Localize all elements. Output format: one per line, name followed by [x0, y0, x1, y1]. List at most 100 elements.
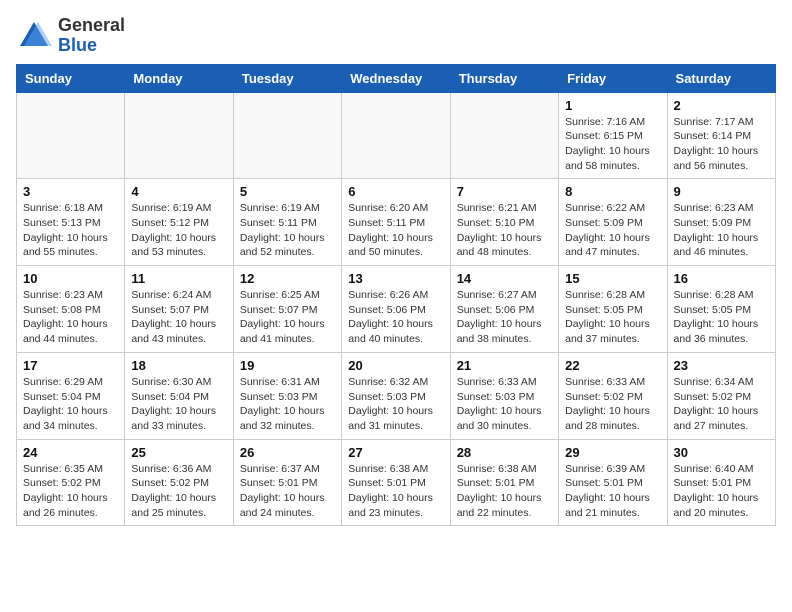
- day-info: Sunrise: 6:21 AM Sunset: 5:10 PM Dayligh…: [457, 201, 552, 260]
- day-number: 2: [674, 98, 769, 113]
- day-number: 13: [348, 271, 443, 286]
- calendar-table: SundayMondayTuesdayWednesdayThursdayFrid…: [16, 64, 776, 527]
- calendar-cell-w0-d1: [125, 92, 233, 179]
- calendar-cell-w4-d1: 25Sunrise: 6:36 AM Sunset: 5:02 PM Dayli…: [125, 439, 233, 526]
- day-info: Sunrise: 6:38 AM Sunset: 5:01 PM Dayligh…: [457, 462, 552, 521]
- day-info: Sunrise: 6:39 AM Sunset: 5:01 PM Dayligh…: [565, 462, 660, 521]
- day-number: 14: [457, 271, 552, 286]
- calendar-cell-w1-d0: 3 Sunrise: 6:18 AM Sunset: 5:13 PM Daylig…: [17, 179, 125, 266]
- calendar-cell-w4-d6: 30 Sunrise: 6:40 AM Sunset: 5:01 PM Dayli…: [667, 439, 775, 526]
- day-info: Sunrise: 6:38 AM Sunset: 5:01 PM Dayligh…: [348, 462, 443, 521]
- page-header: General Blue: [16, 16, 776, 56]
- calendar-cell-w0-d0: [17, 92, 125, 179]
- calendar-cell-w0-d3: [342, 92, 450, 179]
- calendar-cell-w1-d5: 8 Sunrise: 6:22 AM Sunset: 5:09 PM Daylig…: [559, 179, 667, 266]
- day-info: Sunrise: 6:29 AM Sunset: 5:04 PM Dayligh…: [23, 375, 118, 434]
- day-number: 15: [565, 271, 660, 286]
- day-number: 1: [565, 98, 660, 113]
- calendar-cell-w4-d0: 24 Sunrise: 6:35 AM Sunset: 5:02 PM Dayli…: [17, 439, 125, 526]
- day-number: 27: [348, 445, 443, 460]
- weekday-header-thursday: Thursday: [450, 64, 558, 92]
- calendar-cell-w4-d4: 28 Sunrise: 6:38 AM Sunset: 5:01 PM Dayli…: [450, 439, 558, 526]
- calendar-cell-w0-d4: [450, 92, 558, 179]
- day-number: 28: [457, 445, 552, 460]
- day-info: Sunrise: 6:23 AM Sunset: 5:09 PM Dayligh…: [674, 201, 769, 260]
- day-info: Sunrise: 6:26 AM Sunset: 5:06 PM Dayligh…: [348, 288, 443, 347]
- day-info: Sunrise: 6:18 AM Sunset: 5:13 PM Dayligh…: [23, 201, 118, 260]
- weekday-header-monday: Monday: [125, 64, 233, 92]
- calendar-cell-w2-d0: 10 Sunrise: 6:23 AM Sunset: 5:08 PM Dayli…: [17, 266, 125, 353]
- logo-general: General: [58, 16, 125, 36]
- day-number: 30: [674, 445, 769, 460]
- day-info: Sunrise: 6:33 AM Sunset: 5:03 PM Dayligh…: [457, 375, 552, 434]
- day-info: Sunrise: 6:22 AM Sunset: 5:09 PM Dayligh…: [565, 201, 660, 260]
- day-number: 17: [23, 358, 118, 373]
- day-info: Sunrise: 6:34 AM Sunset: 5:02 PM Dayligh…: [674, 375, 769, 434]
- logo: General Blue: [16, 16, 125, 56]
- calendar-cell-w2-d4: 14 Sunrise: 6:27 AM Sunset: 5:06 PM Dayli…: [450, 266, 558, 353]
- day-number: 26: [240, 445, 335, 460]
- day-info: Sunrise: 6:27 AM Sunset: 5:06 PM Dayligh…: [457, 288, 552, 347]
- day-info: Sunrise: 6:30 AM Sunset: 5:04 PM Dayligh…: [131, 375, 226, 434]
- day-info: Sunrise: 6:19 AM Sunset: 5:11 PM Dayligh…: [240, 201, 335, 260]
- day-info: Sunrise: 6:28 AM Sunset: 5:05 PM Dayligh…: [674, 288, 769, 347]
- calendar-cell-w2-d2: 12Sunrise: 6:25 AM Sunset: 5:07 PM Dayli…: [233, 266, 341, 353]
- day-number: 18: [131, 358, 226, 373]
- calendar-cell-w3-d2: 19Sunrise: 6:31 AM Sunset: 5:03 PM Dayli…: [233, 352, 341, 439]
- day-info: Sunrise: 6:25 AM Sunset: 5:07 PM Dayligh…: [240, 288, 335, 347]
- calendar-cell-w0-d5: 1 Sunrise: 7:16 AM Sunset: 6:15 PM Daylig…: [559, 92, 667, 179]
- calendar-cell-w1-d4: 7 Sunrise: 6:21 AM Sunset: 5:10 PM Daylig…: [450, 179, 558, 266]
- day-info: Sunrise: 6:33 AM Sunset: 5:02 PM Dayligh…: [565, 375, 660, 434]
- day-number: 23: [674, 358, 769, 373]
- day-info: Sunrise: 7:17 AM Sunset: 6:14 PM Dayligh…: [674, 115, 769, 174]
- weekday-header-wednesday: Wednesday: [342, 64, 450, 92]
- day-number: 5: [240, 184, 335, 199]
- calendar-cell-w1-d3: 6Sunrise: 6:20 AM Sunset: 5:11 PM Daylig…: [342, 179, 450, 266]
- calendar-cell-w1-d6: 9 Sunrise: 6:23 AM Sunset: 5:09 PM Daylig…: [667, 179, 775, 266]
- calendar-cell-w0-d2: [233, 92, 341, 179]
- calendar-cell-w2-d6: 16Sunrise: 6:28 AM Sunset: 5:05 PM Dayli…: [667, 266, 775, 353]
- day-number: 4: [131, 184, 226, 199]
- day-number: 25: [131, 445, 226, 460]
- calendar-cell-w3-d0: 17 Sunrise: 6:29 AM Sunset: 5:04 PM Dayli…: [17, 352, 125, 439]
- day-info: Sunrise: 6:40 AM Sunset: 5:01 PM Dayligh…: [674, 462, 769, 521]
- day-number: 11: [131, 271, 226, 286]
- calendar-cell-w3-d6: 23 Sunrise: 6:34 AM Sunset: 5:02 PM Dayli…: [667, 352, 775, 439]
- weekday-header-sunday: Sunday: [17, 64, 125, 92]
- calendar-week-row-2: 10 Sunrise: 6:23 AM Sunset: 5:08 PM Dayli…: [17, 266, 776, 353]
- calendar-cell-w3-d1: 18 Sunrise: 6:30 AM Sunset: 5:04 PM Dayli…: [125, 352, 233, 439]
- calendar-week-row-4: 24 Sunrise: 6:35 AM Sunset: 5:02 PM Dayli…: [17, 439, 776, 526]
- day-number: 29: [565, 445, 660, 460]
- calendar-cell-w2-d3: 13 Sunrise: 6:26 AM Sunset: 5:06 PM Dayli…: [342, 266, 450, 353]
- day-info: Sunrise: 6:23 AM Sunset: 5:08 PM Dayligh…: [23, 288, 118, 347]
- calendar-cell-w0-d6: 2 Sunrise: 7:17 AM Sunset: 6:14 PM Daylig…: [667, 92, 775, 179]
- day-info: Sunrise: 7:16 AM Sunset: 6:15 PM Dayligh…: [565, 115, 660, 174]
- day-info: Sunrise: 6:32 AM Sunset: 5:03 PM Dayligh…: [348, 375, 443, 434]
- calendar-cell-w2-d5: 15 Sunrise: 6:28 AM Sunset: 5:05 PM Dayli…: [559, 266, 667, 353]
- calendar-cell-w2-d1: 11 Sunrise: 6:24 AM Sunset: 5:07 PM Dayli…: [125, 266, 233, 353]
- logo-icon: [16, 18, 52, 54]
- day-number: 7: [457, 184, 552, 199]
- calendar-week-row-1: 3 Sunrise: 6:18 AM Sunset: 5:13 PM Daylig…: [17, 179, 776, 266]
- day-number: 8: [565, 184, 660, 199]
- day-info: Sunrise: 6:28 AM Sunset: 5:05 PM Dayligh…: [565, 288, 660, 347]
- calendar-week-row-3: 17 Sunrise: 6:29 AM Sunset: 5:04 PM Dayli…: [17, 352, 776, 439]
- day-number: 10: [23, 271, 118, 286]
- calendar-cell-w3-d4: 21Sunrise: 6:33 AM Sunset: 5:03 PM Dayli…: [450, 352, 558, 439]
- weekday-header-row: SundayMondayTuesdayWednesdayThursdayFrid…: [17, 64, 776, 92]
- calendar-cell-w4-d2: 26Sunrise: 6:37 AM Sunset: 5:01 PM Dayli…: [233, 439, 341, 526]
- logo-blue: Blue: [58, 36, 125, 56]
- day-number: 20: [348, 358, 443, 373]
- calendar-cell-w1-d1: 4 Sunrise: 6:19 AM Sunset: 5:12 PM Daylig…: [125, 179, 233, 266]
- day-info: Sunrise: 6:24 AM Sunset: 5:07 PM Dayligh…: [131, 288, 226, 347]
- calendar-cell-w3-d3: 20 Sunrise: 6:32 AM Sunset: 5:03 PM Dayli…: [342, 352, 450, 439]
- day-info: Sunrise: 6:35 AM Sunset: 5:02 PM Dayligh…: [23, 462, 118, 521]
- day-number: 3: [23, 184, 118, 199]
- calendar-cell-w1-d2: 5 Sunrise: 6:19 AM Sunset: 5:11 PM Daylig…: [233, 179, 341, 266]
- day-number: 24: [23, 445, 118, 460]
- day-info: Sunrise: 6:19 AM Sunset: 5:12 PM Dayligh…: [131, 201, 226, 260]
- day-number: 22: [565, 358, 660, 373]
- day-info: Sunrise: 6:31 AM Sunset: 5:03 PM Dayligh…: [240, 375, 335, 434]
- day-number: 6: [348, 184, 443, 199]
- day-number: 9: [674, 184, 769, 199]
